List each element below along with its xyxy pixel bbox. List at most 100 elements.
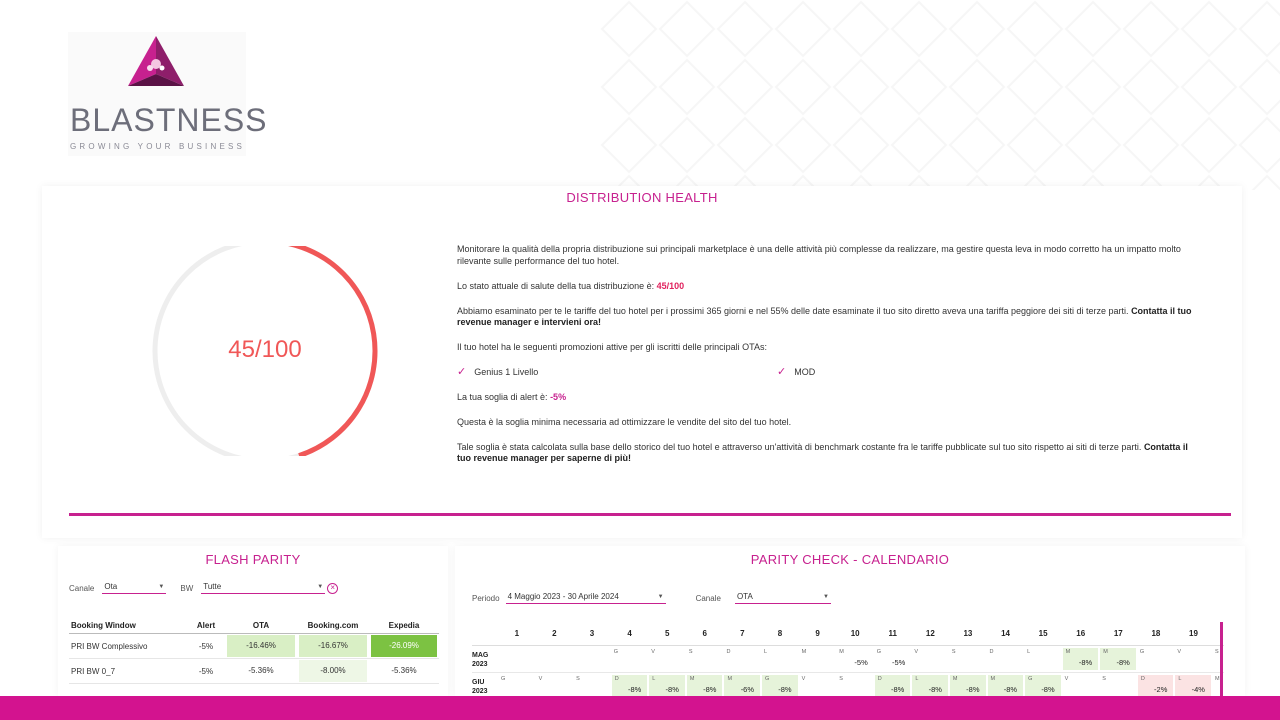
calendar-day-cell[interactable]: L -4% <box>1175 675 1211 696</box>
calendar-day-cell[interactable]: M -8% <box>987 675 1024 696</box>
calendar-month-label: GIU 2023 <box>472 673 498 696</box>
calendar-day-cell[interactable]: S <box>686 646 724 672</box>
calendar-day-header: 1 <box>514 629 520 638</box>
calendar-day-cell[interactable]: S <box>836 673 874 696</box>
calendar-day-cell[interactable]: D -8% <box>874 675 911 696</box>
calendar-day-cell[interactable]: G <box>498 673 536 696</box>
booking-cell: -8.00% <box>297 658 369 684</box>
calendar-day-cell[interactable]: L <box>1024 646 1062 672</box>
health-status-value: 45/100 <box>656 280 685 291</box>
calendar-day-cell[interactable]: L -8% <box>649 675 685 696</box>
parity-value: -8% <box>966 685 980 694</box>
periodo-select[interactable]: 4 Maggio 2023 - 30 Aprile 2024 ▼ <box>505 592 666 604</box>
calendar-day-cell[interactable] <box>498 646 536 672</box>
health-status-label: Lo stato attuale di salute della tua dis… <box>457 280 657 291</box>
calendar-scrollbar[interactable] <box>1220 622 1223 696</box>
calendar-day-header: 7 <box>740 629 745 638</box>
weekday-letter: S <box>839 676 843 682</box>
clear-filter-icon[interactable]: × <box>327 582 339 594</box>
expedia-cell: -26.09% <box>369 633 439 659</box>
calendar-day-cell[interactable]: G -5% <box>874 646 912 672</box>
calendar-day-cell[interactable]: V <box>648 646 686 672</box>
calendar-day-cell[interactable]: L <box>761 646 799 672</box>
column-header[interactable]: Booking Window <box>69 618 187 634</box>
weekday-letter: V <box>1177 649 1182 655</box>
calendar-day-cell[interactable]: V <box>1174 646 1212 672</box>
weekday-letter: D <box>726 649 731 655</box>
calendar-day-cell[interactable]: M -8% <box>1062 648 1099 670</box>
weekday-letter: S <box>951 649 956 655</box>
check-icon: ✓ <box>777 366 787 378</box>
calendar-day-header: 4 <box>627 629 632 638</box>
column-header[interactable]: OTA <box>225 618 297 634</box>
calendar-day-cell[interactable] <box>573 646 611 672</box>
weekday-letter: V <box>1064 676 1069 682</box>
calendar-day-cell[interactable]: M -8% <box>686 675 723 696</box>
booking-cell: -16.67% <box>297 633 369 659</box>
ota-value: -16.46% <box>227 635 295 657</box>
weekday-letter: G <box>500 676 506 682</box>
health-exam: Abbiamo esaminato per te le tariffe del … <box>457 306 1197 329</box>
calendar-day-cell[interactable]: V <box>536 673 574 696</box>
calendar-day-cell[interactable]: S <box>573 673 611 696</box>
alert-threshold-label: La tua soglia di alert è: <box>457 391 551 402</box>
calendar-day-cell[interactable]: G <box>1137 646 1175 672</box>
calendar-day-cell[interactable]: V <box>799 673 837 696</box>
canale-select[interactable]: Ota ▼ <box>102 582 167 594</box>
weekday-letter: S <box>1102 676 1106 682</box>
calendar-day-cell[interactable]: G -8% <box>1025 675 1061 696</box>
calendar-day-cell[interactable] <box>536 646 574 672</box>
brand-logo: BLASTNESS GROWING YOUR BUSINESS <box>68 32 267 156</box>
weekday-letter: M <box>952 676 958 682</box>
bw-select-value: Tutte <box>203 582 222 591</box>
calendar-day-header: 6 <box>702 629 707 638</box>
weekday-letter: L <box>1027 649 1031 655</box>
calendar-day-cell[interactable]: M -8% <box>949 675 986 696</box>
calendar-day-cell[interactable]: M <box>799 646 837 672</box>
bw-select[interactable]: Tutte ▼ <box>201 582 326 594</box>
logo-wordmark: BLASTNESS <box>70 102 268 138</box>
alert-cell: -5% <box>187 658 225 684</box>
column-header[interactable]: Expedia <box>369 618 439 634</box>
calendar-filters: Periodo 4 Maggio 2023 - 30 Aprile 2024 ▼… <box>472 592 831 604</box>
flash-parity-table: Booking Window Alert OTA Booking.com Exp… <box>69 618 439 684</box>
weekday-letter: M <box>1214 676 1220 682</box>
weekday-letter: M <box>839 649 844 655</box>
calendar-day-cell[interactable]: S <box>1099 673 1137 696</box>
calendar-day-header: 8 <box>777 629 783 638</box>
calendar-day-header: 13 <box>963 629 973 638</box>
ota-cell: -16.46% <box>225 633 297 659</box>
flash-parity-card: FLASH PARITY Canale Ota ▼ BW Tutte ▼ × B… <box>58 546 448 696</box>
calendar-corner <box>472 622 498 645</box>
calendar-day-header: 17 <box>1113 629 1123 638</box>
calendar-day-cell[interactable]: D -8% <box>611 675 648 696</box>
calendar-day-cell[interactable]: V <box>911 646 949 672</box>
parity-value: -8% <box>928 685 942 694</box>
calendar-day-cell[interactable]: G <box>611 646 649 672</box>
flash-parity-title: FLASH PARITY <box>205 552 301 567</box>
weekday-letter: D <box>1140 676 1145 682</box>
column-header[interactable]: Alert <box>187 618 225 634</box>
calendar-day-cell[interactable]: S <box>949 646 987 672</box>
parity-value: -2% <box>1154 685 1168 694</box>
background-pattern <box>600 0 1280 190</box>
calendar-canale-select[interactable]: OTA ▼ <box>734 592 831 604</box>
calendar-day-cell[interactable]: D -2% <box>1137 675 1174 696</box>
parity-value: -8% <box>703 685 717 694</box>
periodo-select-value: 4 Maggio 2023 - 30 Aprile 2024 <box>507 592 619 601</box>
weekday-letter: M <box>1103 649 1108 655</box>
weekday-letter: G <box>1028 676 1033 682</box>
calendar-day-cell[interactable]: L -8% <box>912 675 948 696</box>
calc-text: Tale soglia è stata calcolata sulla base… <box>457 442 1197 465</box>
calendar-day-cell[interactable]: V <box>1062 673 1100 696</box>
calendar-day-cell[interactable]: D <box>723 646 761 672</box>
calendar-day-cell[interactable]: M -6% <box>724 675 761 696</box>
calendar-day-cell[interactable]: M -8% <box>1100 648 1136 670</box>
parity-value: -5% <box>854 658 868 667</box>
calendar-day-cell[interactable]: M -5% <box>836 646 874 672</box>
calendar-day-cell[interactable]: D <box>987 646 1025 672</box>
weekday-letter: S <box>1214 649 1219 655</box>
calendar-day-cell[interactable]: G -8% <box>762 675 798 696</box>
periodo-label: Periodo <box>472 593 500 603</box>
column-header[interactable]: Booking.com <box>297 618 369 634</box>
